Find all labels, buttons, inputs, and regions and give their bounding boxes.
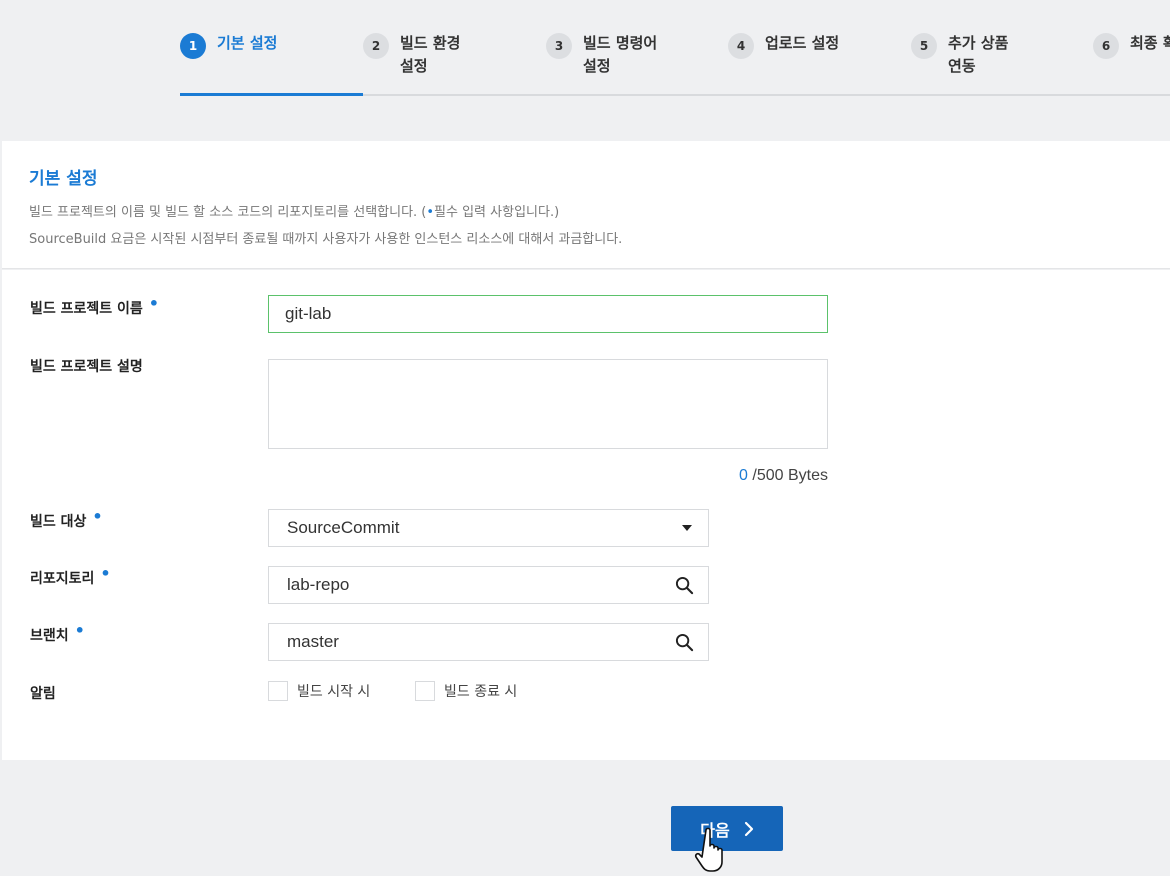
repository-label: 리포지토리 •: [30, 564, 111, 588]
step-label: 업로드 설정: [765, 34, 840, 52]
step-number: 1: [180, 33, 206, 59]
hand-cursor-icon: [694, 827, 723, 872]
step-label: 빌드 환경 설정: [400, 34, 461, 75]
step-number: 3: [546, 33, 572, 59]
label-text: 빌드 프로젝트 이름: [30, 301, 143, 317]
project-desc-textarea[interactable]: [268, 359, 828, 449]
form-section: 빌드 프로젝트 이름 • 빌드 프로젝트 설명 0 /500 Bytes 빌드 대…: [2, 270, 1170, 760]
search-value: lab-repo: [287, 575, 350, 594]
step-upload[interactable]: 4 업로드 설정: [728, 33, 839, 59]
step-build-commands[interactable]: 3 빌드 명령어 설정: [546, 33, 657, 78]
step-number: 5: [911, 33, 937, 59]
step-label: 빌드 명령어 설정: [583, 34, 658, 75]
label-text: 빌드 대상: [30, 514, 87, 530]
notify-start-option[interactable]: 빌드 시작 시: [268, 681, 370, 701]
notify-end-label: 빌드 종료 시: [444, 684, 518, 700]
step-label: 추가 상품 연동: [948, 34, 1009, 75]
step-linked-products[interactable]: 5 추가 상품 연동: [911, 33, 1008, 78]
label-text: 리포지토리: [30, 571, 95, 587]
search-icon[interactable]: [675, 633, 694, 652]
notify-end-checkbox[interactable]: [415, 681, 435, 701]
build-target-label: 빌드 대상 •: [30, 507, 103, 531]
caret-down-icon: [682, 525, 692, 531]
chevron-right-icon: [744, 821, 753, 836]
notify-label: 알림: [30, 686, 56, 702]
section-header: 기본 설정 빌드 프로젝트의 이름 및 빌드 할 소스 코드의 리포지토리를 선…: [2, 141, 1170, 269]
step-label: 최종 확: [1130, 34, 1170, 52]
notify-start-checkbox[interactable]: [268, 681, 288, 701]
project-name-input[interactable]: [268, 295, 828, 333]
page-title: 기본 설정: [29, 169, 98, 189]
branch-label: 브랜치 •: [30, 621, 85, 645]
step-number: 2: [363, 33, 389, 59]
description-text: 빌드 프로젝트의 이름 및 빌드 할 소스 코드의 리포지토리를 선택합니다. …: [29, 205, 427, 220]
repository-search-field[interactable]: lab-repo: [268, 566, 709, 604]
notify-start-label: 빌드 시작 시: [297, 684, 371, 700]
step-final-confirm[interactable]: 6 최종 확: [1093, 33, 1170, 59]
project-name-label: 빌드 프로젝트 이름 •: [30, 294, 159, 318]
branch-search-field[interactable]: master: [268, 623, 709, 661]
step-number: 4: [728, 33, 754, 59]
search-value: master: [287, 632, 339, 651]
search-icon[interactable]: [675, 576, 694, 595]
byte-count-limit: /500 Bytes: [747, 467, 828, 484]
required-mark: •: [148, 294, 160, 313]
description-line-1: 빌드 프로젝트의 이름 및 빌드 할 소스 코드의 리포지토리를 선택합니다. …: [29, 201, 559, 220]
build-target-select[interactable]: SourceCommit: [268, 509, 709, 547]
step-basic-settings[interactable]: 1 기본 설정: [180, 33, 277, 59]
step-label: 기본 설정: [217, 34, 278, 52]
byte-counter: 0 /500 Bytes: [702, 467, 828, 485]
project-desc-label: 빌드 프로젝트 설명: [30, 359, 143, 375]
required-mark: •: [92, 507, 103, 526]
notify-end-option[interactable]: 빌드 종료 시: [415, 681, 517, 701]
step-build-env[interactable]: 2 빌드 환경 설정: [363, 33, 460, 78]
required-dot: •: [426, 205, 435, 220]
select-value: SourceCommit: [287, 518, 400, 537]
step-number: 6: [1093, 33, 1119, 59]
active-step-indicator: [180, 93, 363, 96]
required-mark: •: [100, 564, 111, 583]
required-mark: •: [74, 621, 85, 640]
byte-count-current: 0: [739, 467, 748, 484]
description-text: 필수 입력 사항입니다.): [434, 205, 560, 220]
label-text: 브랜치: [30, 628, 69, 644]
stepper: 1 기본 설정 2 빌드 환경 설정 3 빌드 명령어 설정 4 업로드 설정 …: [0, 0, 1170, 96]
description-line-2: SourceBuild 요금은 시작된 시점부터 종료될 때까지 사용자가 사용…: [29, 232, 623, 247]
